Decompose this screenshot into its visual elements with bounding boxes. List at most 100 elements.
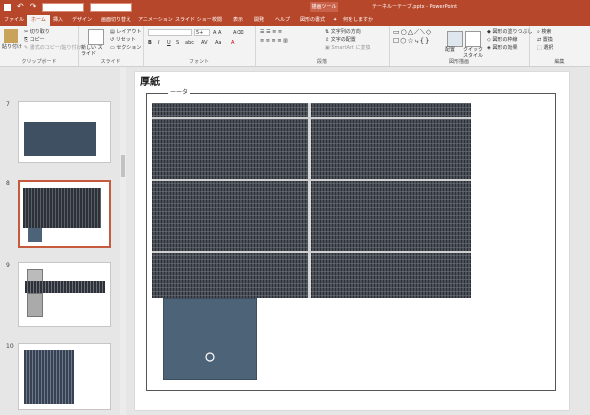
tell-me-search[interactable]: 何をしますか xyxy=(343,16,373,24)
underline-button[interactable]: U xyxy=(167,40,171,46)
shape-fill-label: 図形の塗りつぶし xyxy=(492,29,533,35)
frame-label[interactable]: ーータ xyxy=(168,87,191,96)
section-label: セクション xyxy=(116,45,142,51)
strike-button[interactable]: abc xyxy=(185,40,194,46)
drawing-group: ▭○△⟋⟍◇ ☐⬡☆⤷{} 配置 クイック スタイル ◆ 図形の塗りつぶし ◇ … xyxy=(389,26,533,66)
redo-icon[interactable]: ↷ xyxy=(30,2,37,12)
shape-outline-label: 図形の枠線 xyxy=(492,37,518,43)
quick-styles-icon[interactable] xyxy=(465,31,481,47)
tab-transitions[interactable]: 画面切り替え xyxy=(101,16,131,24)
find-button[interactable]: ⌕ 検索 xyxy=(537,29,551,35)
text-direction-button[interactable]: ⇅ 文字列の方向 xyxy=(325,29,361,35)
slides-group-label: スライド xyxy=(100,59,121,65)
layout-button[interactable]: ▤ レイアウト xyxy=(110,29,141,35)
shadow-button[interactable]: S xyxy=(176,40,179,46)
align-icons[interactable]: ≡ ≡ ≡ ≡ ▥ xyxy=(260,38,288,44)
slide-title[interactable]: 厚紙 xyxy=(140,73,160,88)
bold-button[interactable]: B xyxy=(148,40,152,46)
context-tool-label: 描画ツール xyxy=(310,2,338,12)
save-icon[interactable] xyxy=(4,3,11,11)
document-title: テーネルーテーブ.pptx - PowerPoint xyxy=(372,4,458,10)
smartart-button[interactable]: ▣ SmartArt に変換 xyxy=(325,45,370,51)
grow-font-icon[interactable]: A A xyxy=(213,30,221,36)
scrollbar-thumb[interactable] xyxy=(121,155,125,177)
font-size-select[interactable]: 5+ xyxy=(194,29,210,36)
new-slide-icon[interactable] xyxy=(88,29,104,45)
spacing-icon[interactable]: AV xyxy=(201,40,208,46)
arrange-button[interactable]: 配置 xyxy=(445,47,455,53)
reset-button[interactable]: ↺ リセット xyxy=(110,37,136,43)
shape-outline-button[interactable]: ◇ 図形の枠線 xyxy=(487,37,517,43)
undo-icon[interactable]: ↶ xyxy=(17,2,24,12)
shape-fill-button[interactable]: ◆ 図形の塗りつぶし xyxy=(487,29,533,35)
paste-icon[interactable] xyxy=(4,29,18,43)
thumbnail-box xyxy=(28,228,42,242)
clipboard-group-label: クリップボード xyxy=(21,59,57,65)
ribbon-tabs: ファイル ホーム 挿入 デザイン 画面切り替え アニメーション スライド ショー… xyxy=(0,14,590,26)
thumbnail-bottom-box xyxy=(27,293,43,317)
format-painter-button[interactable]: ✎ 書式のコピー/貼り付け xyxy=(24,45,81,51)
section-button[interactable]: ▭ セクション xyxy=(110,45,141,51)
rotate-handle-icon[interactable] xyxy=(164,299,256,379)
tab-design[interactable]: デザイン xyxy=(72,16,92,24)
arrange-icon[interactable] xyxy=(447,31,463,47)
select-label: 選択 xyxy=(543,45,554,51)
slide-thumbnail-7[interactable] xyxy=(18,101,111,163)
tab-insert[interactable]: 挿入 xyxy=(53,16,63,24)
tab-review[interactable]: 校閲 xyxy=(212,16,222,24)
copy-label: コピー xyxy=(29,37,45,43)
new-slide-button[interactable]: 新しい スライド xyxy=(81,45,107,57)
tab-file[interactable]: ファイル xyxy=(4,16,24,24)
qat-field-2[interactable] xyxy=(90,2,133,12)
lightbulb-icon: ✦ xyxy=(333,17,338,23)
thumbnail-strip xyxy=(25,281,105,293)
thumbnail-panel xyxy=(24,350,74,404)
italic-button[interactable]: I xyxy=(158,40,159,46)
paste-button[interactable]: 貼り付け xyxy=(2,44,22,50)
font-group-label: フォント xyxy=(188,59,209,65)
selected-grid-shapes[interactable] xyxy=(152,103,471,298)
thumbnail-grid xyxy=(23,188,101,228)
ribbon: 貼り付け ✂ 切り取り ⎘ コピー ✎ 書式のコピー/貼り付け クリップボード … xyxy=(0,26,590,67)
tab-help[interactable]: ヘルプ xyxy=(275,16,290,24)
title-bar: ↶ ↷ 描画ツール テーネルーテーブ.pptx - PowerPoint xyxy=(0,0,590,14)
font-group: 5+ A A A⌫ B I U S abc AV Aa A フォント xyxy=(143,26,256,66)
shape-effects-label: 図形の効果 xyxy=(492,45,518,51)
quick-access-toolbar: ↶ ↷ xyxy=(4,2,133,12)
shape-effects-button[interactable]: ◈ 図形の効果 xyxy=(487,45,517,51)
selected-blue-rectangle[interactable] xyxy=(163,298,257,380)
shapes-gallery-row2[interactable]: ☐⬡☆⤷{} xyxy=(393,38,431,45)
paragraph-group: ☰ ☰ ≡ ≡ ≡ ≡ ≡ ≡ ▥ ⇅ 文字列の方向 ⇳ 文字の配置 ▣ Sma… xyxy=(255,26,390,66)
clipboard-group: 貼り付け ✂ 切り取り ⎘ コピー ✎ 書式のコピー/貼り付け クリップボード xyxy=(0,26,81,66)
thumbnail-shape xyxy=(24,122,96,156)
format-painter-label: 書式のコピー/貼り付け xyxy=(29,45,82,51)
align-text-label: 文字の配置 xyxy=(330,37,356,43)
tab-developer[interactable]: 開発 xyxy=(254,16,264,24)
font-name-select[interactable] xyxy=(148,29,192,36)
cut-button[interactable]: ✂ 切り取り xyxy=(24,29,50,35)
clear-format-icon[interactable]: A⌫ xyxy=(233,30,244,36)
replace-button[interactable]: ⇄ 置換 xyxy=(537,37,553,43)
slide-thumbnail-8[interactable] xyxy=(18,180,111,248)
case-icon[interactable]: Aa xyxy=(215,40,221,46)
replace-label: 置換 xyxy=(542,37,553,43)
align-text-button[interactable]: ⇳ 文字の配置 xyxy=(325,37,356,43)
tab-animations[interactable]: アニメーション xyxy=(138,16,173,24)
font-color-icon[interactable]: A xyxy=(231,40,234,46)
slide-thumbnail-10[interactable] xyxy=(18,343,111,410)
tab-view[interactable]: 表示 xyxy=(233,16,243,24)
shapes-gallery[interactable]: ▭○△⟋⟍◇ xyxy=(393,29,432,36)
qat-field-1[interactable] xyxy=(42,2,85,12)
bullets-icon[interactable]: ☰ ☰ ≡ ≡ xyxy=(260,29,282,35)
tab-home[interactable]: ホーム xyxy=(27,15,50,26)
tab-format[interactable]: 図形の書式 xyxy=(300,16,325,24)
copy-button[interactable]: ⎘ コピー xyxy=(24,37,45,43)
tab-slideshow[interactable]: スライド ショー xyxy=(175,16,212,24)
slide-number-9: 9 xyxy=(6,262,10,269)
layout-label: レイアウト xyxy=(116,29,142,35)
find-label: 検索 xyxy=(541,29,552,35)
drawing-group-label: 図形描画 xyxy=(448,59,469,65)
paragraph-group-label: 段落 xyxy=(316,59,327,65)
slide-thumbnail-9[interactable] xyxy=(18,262,111,327)
select-button[interactable]: ⬚ 選択 xyxy=(537,45,553,51)
